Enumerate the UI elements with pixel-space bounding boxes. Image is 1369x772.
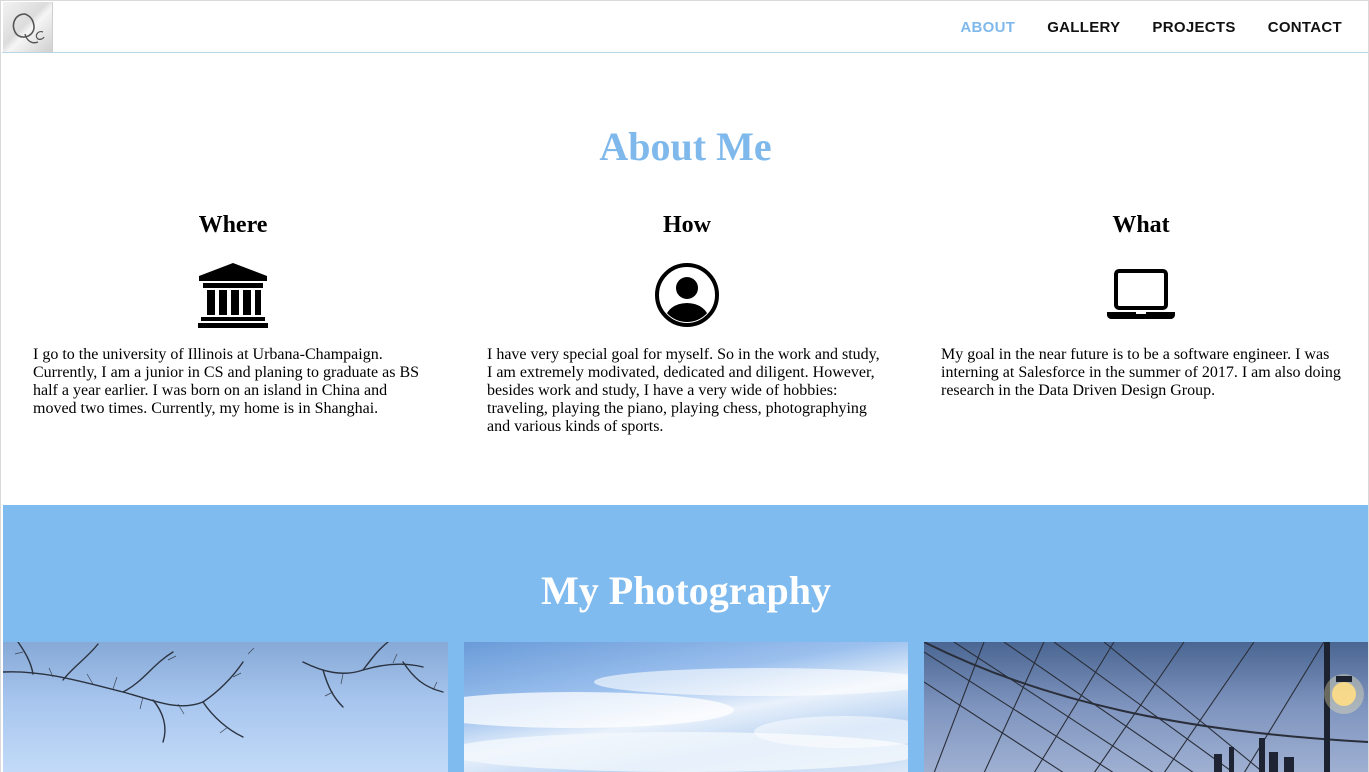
about-title: About Me bbox=[599, 124, 772, 169]
logo-monogram-icon bbox=[12, 13, 45, 44]
column-text-where: I go to the university of Illinois at Ur… bbox=[33, 346, 420, 417]
nav-gallery[interactable]: GALLERY bbox=[1047, 19, 1120, 36]
navbar: ABOUT GALLERY PROJECTS CONTACT bbox=[2, 2, 1368, 53]
nav-about[interactable]: ABOUT bbox=[960, 19, 1015, 36]
page: ABOUT GALLERY PROJECTS CONTACT About Me … bbox=[0, 0, 1369, 772]
photography-section: My Photography bbox=[3, 505, 1368, 772]
clouds-sky-photo[interactable] bbox=[464, 642, 908, 772]
about-column-what: What My goal in the near future is to be… bbox=[941, 210, 1341, 400]
university-icon bbox=[33, 262, 433, 330]
nav-projects[interactable]: PROJECTS bbox=[1152, 19, 1235, 36]
site-logo[interactable] bbox=[3, 2, 53, 52]
column-heading-what: What bbox=[1112, 212, 1170, 238]
bridge-cables-photo[interactable] bbox=[924, 642, 1368, 772]
photography-title: My Photography bbox=[541, 568, 831, 613]
laptop-icon bbox=[941, 262, 1341, 330]
column-text-what: My goal in the near future is to be a so… bbox=[941, 346, 1341, 399]
nav-links: ABOUT GALLERY PROJECTS CONTACT bbox=[928, 2, 1342, 52]
tree-branches-sky-photo[interactable] bbox=[3, 642, 448, 772]
column-heading-where: Where bbox=[198, 212, 268, 238]
about-column-how: How I have very special goal for myself.… bbox=[487, 210, 887, 436]
about-column-where: Where I go to the university of Illinois… bbox=[33, 210, 433, 418]
user-circle-icon bbox=[487, 262, 887, 330]
column-heading-how: How bbox=[663, 212, 711, 238]
nav-contact[interactable]: CONTACT bbox=[1268, 19, 1342, 36]
column-text-how: I have very special goal for myself. So … bbox=[487, 346, 880, 435]
